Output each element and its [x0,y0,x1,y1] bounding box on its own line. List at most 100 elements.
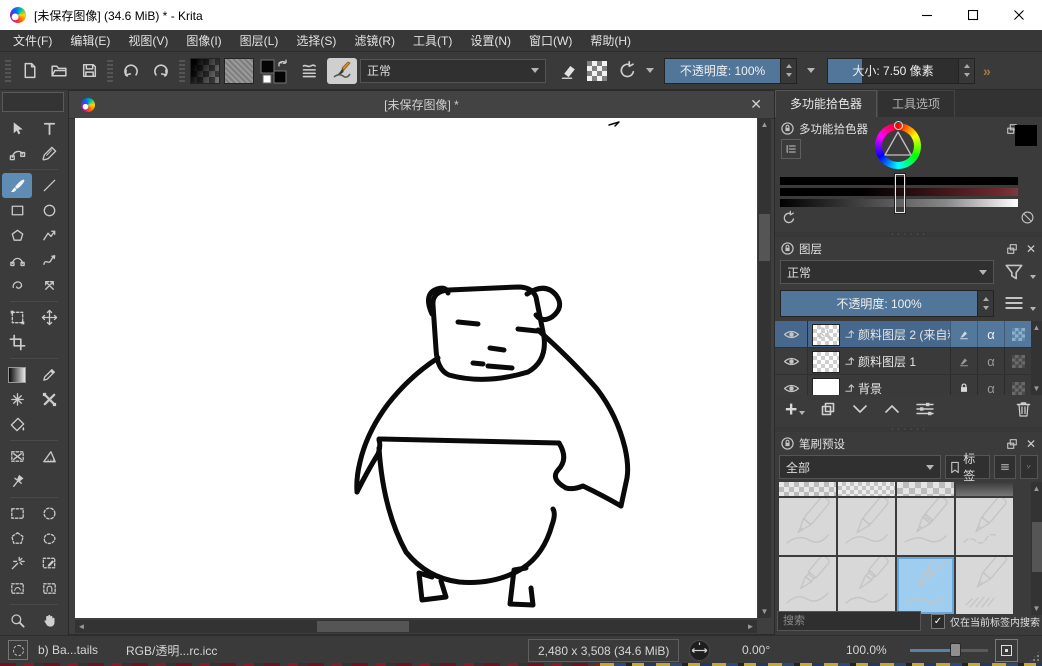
menu-filter[interactable]: 滤镜(R) [345,30,404,52]
layer-row[interactable]: 颜料图层 2 (来自粘贴) α [775,321,1031,348]
brush-preset[interactable] [779,557,836,614]
pan-tool[interactable] [34,608,64,633]
edit-shapes-tool[interactable] [2,141,32,166]
opacity-slider[interactable]: 不透明度: 100% [664,58,797,84]
transform-select-tool[interactable] [2,116,32,141]
current-brush-name[interactable]: b) Ba...tails [38,636,98,664]
layer-visibility-eye-icon[interactable] [775,375,808,395]
scroll-down-icon[interactable]: ▼ [1031,382,1042,395]
brush-size-spinner[interactable] [958,59,974,83]
menu-window[interactable]: 窗口(W) [520,30,581,52]
preset-filter-dropdown[interactable]: 全部 [779,455,941,479]
layer-edit-lock-icon[interactable] [950,321,977,347]
magnetic-select-tool[interactable] [34,576,64,601]
calligraphy-tool[interactable] [34,141,64,166]
tag-button[interactable]: 标签 [945,455,990,479]
layer-edit-lock-icon[interactable] [950,348,977,374]
dynamic-brush-tool[interactable] [2,273,32,298]
layer-alpha-lock-icon[interactable]: α [977,348,1004,374]
duplicate-layer-button[interactable] [819,400,837,421]
color-sliders[interactable] [780,177,1018,210]
menu-select[interactable]: 选择(S) [287,30,345,52]
freehand-select-tool[interactable] [34,526,64,551]
add-layer-button[interactable]: + [785,400,805,420]
brush-preset[interactable] [838,498,895,555]
gradient-tool[interactable] [2,362,32,387]
no-color-icon[interactable] [1020,210,1037,227]
brush-preset[interactable] [779,482,836,496]
transform-tool[interactable] [2,305,32,330]
scroll-up-icon[interactable]: ▲ [1031,482,1042,495]
toolbar-overflow-button[interactable]: » [983,63,991,79]
menu-edit[interactable]: 编辑(E) [61,30,119,52]
window-resize-grip[interactable] [1028,650,1041,663]
reload-preset-button[interactable] [614,58,640,84]
layer-alpha-lock-icon[interactable]: α [977,321,1004,347]
brush-preset[interactable] [897,498,954,555]
layer-opacity-slider[interactable]: 不透明度: 100% [780,290,994,317]
move-layer-down-button[interactable] [851,402,869,419]
docker-lock-icon[interactable] [781,122,794,135]
chevron-down-icon[interactable] [1030,307,1036,311]
assistants-tool[interactable] [2,444,32,469]
brush-preset[interactable] [956,498,1013,555]
preset-menu-button[interactable] [994,455,1016,479]
rotation-angle-value[interactable]: 0.00° [742,636,770,664]
opacity-spinner[interactable] [780,59,796,83]
elliptical-select-tool[interactable] [34,501,64,526]
pattern-swatch-button[interactable] [224,58,254,84]
search-scope-checkbox[interactable]: ✓ [931,614,945,629]
new-document-button[interactable] [16,58,42,84]
layer-inherit-alpha-icon[interactable] [1004,321,1031,347]
menu-tools[interactable]: 工具(T) [404,30,461,52]
layer-thumbnail[interactable] [812,324,840,346]
smart-patch-tool[interactable] [34,387,64,412]
toolbar-grip[interactable] [179,60,185,82]
brush-size-slider[interactable]: 大小: 7.50 像素 [827,58,975,84]
undo-button[interactable] [118,58,144,84]
docker-lock-icon[interactable] [781,437,794,450]
brush-preset[interactable] [838,482,895,496]
minimize-button[interactable] [904,0,950,30]
zoom-percentage[interactable]: 100.0% [846,636,887,664]
color-profile-label[interactable]: RGB/透明...rc.icc [126,636,217,664]
redo-button[interactable] [148,58,174,84]
move-layer-up-button[interactable] [883,402,901,419]
menu-layer[interactable]: 图层(L) [231,30,288,52]
layer-visibility-eye-icon[interactable] [775,348,808,374]
rectangular-select-tool[interactable] [2,501,32,526]
ellipse-tool[interactable] [34,198,64,223]
brush-preset[interactable] [838,557,895,614]
tab-tool-options[interactable]: 工具选项 [877,90,955,117]
layer-list-scrollbar[interactable]: ▲ ▼ [1031,321,1042,395]
current-color-swatch[interactable] [1015,125,1037,146]
layer-filter-button[interactable] [1003,261,1025,286]
menu-settings[interactable]: 设置(N) [461,30,520,52]
contiguous-select-tool[interactable] [2,551,32,576]
fill-tool[interactable] [2,412,32,437]
preset-detail-button[interactable] [1020,455,1038,479]
brush-preset[interactable] [956,557,1013,614]
text-tool[interactable] [34,116,64,141]
zoom-slider[interactable] [910,636,988,664]
brush-preset-selected[interactable] [897,557,954,614]
layer-blend-mode-dropdown[interactable]: 正常 [780,260,994,284]
rectangle-tool[interactable] [2,198,32,223]
preserve-alpha-button[interactable] [584,58,610,84]
menu-file[interactable]: 文件(F) [4,30,61,52]
brush-preset[interactable] [779,498,836,555]
brush-preset[interactable] [897,482,954,496]
docker-lock-icon[interactable] [781,242,794,255]
layer-inherit-alpha-icon[interactable] [1004,348,1031,374]
scroll-up-icon[interactable]: ▲ [758,118,771,131]
multibrush-tool[interactable] [34,273,64,298]
toolbox-docker-handle[interactable] [2,92,64,112]
scroll-right-icon[interactable]: ► [744,620,757,633]
fit-zoom-button[interactable] [995,636,1018,664]
tab-advanced-color-selector[interactable]: 多功能拾色器 [775,90,877,117]
close-docker-icon[interactable]: ✕ [1026,437,1036,451]
colorize-mask-tool[interactable] [2,387,32,412]
delete-layer-button[interactable] [1015,400,1032,421]
polyline-tool[interactable] [34,223,64,248]
layer-properties-button[interactable] [915,400,935,421]
